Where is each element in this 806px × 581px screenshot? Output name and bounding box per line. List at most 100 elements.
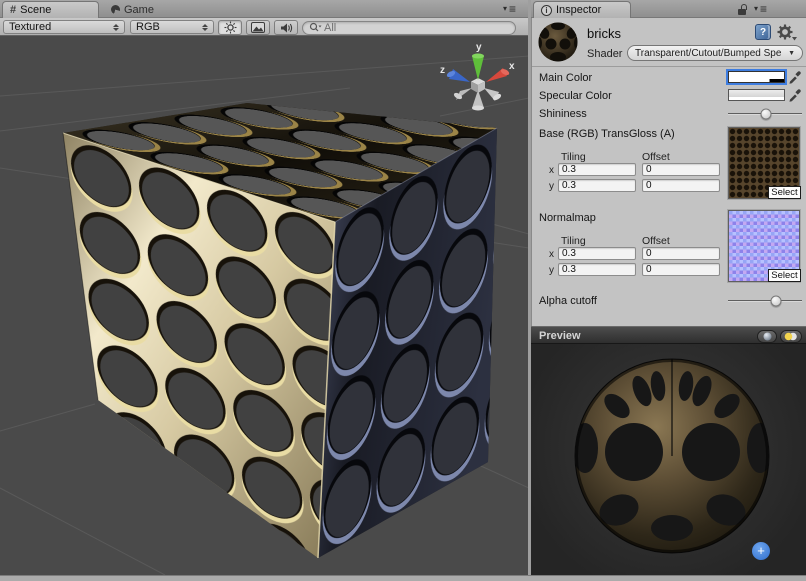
menu-bars-icon: ≡ [509,4,516,14]
eyedropper-icon[interactable] [788,71,801,84]
normal-offset-y-field[interactable] [642,263,720,276]
eyedropper-icon[interactable] [788,89,801,102]
base-tiling-x-field[interactable] [558,163,636,176]
material-header: bricks Shader Transparent/Cutout/Bumped … [532,18,806,67]
base-offset-x-field[interactable] [642,163,720,176]
render-mode-value: Textured [9,21,51,33]
preview-sphere[interactable] [531,344,806,575]
skybox-toggle-button[interactable] [246,20,270,35]
gizmo-y-axis[interactable]: y [472,42,484,80]
normal-offset-x-field[interactable] [642,247,720,260]
normal-tiling-x-field[interactable] [558,247,636,260]
normal-tiling-header: Tiling [561,235,586,247]
scene-search-field[interactable] [302,21,516,35]
speaker-icon [280,22,293,34]
updown-arrows-icon [202,24,208,31]
preview-add-button[interactable]: + [752,542,770,560]
gizmo-x-label: x [509,61,515,72]
lighting-toggle-button[interactable] [218,20,242,35]
shininess-label: Shininess [539,108,587,120]
inspector-tabstrip: i Inspector ▾ ≡ [530,0,806,18]
channel-value: RGB [136,21,160,33]
inspector-body: bricks Shader Transparent/Cutout/Bumped … [531,18,806,326]
preview-title: Preview [539,330,581,342]
base-offset-y-field[interactable] [642,179,720,192]
tab-game-label: Game [124,4,154,16]
gizmo-y-label: y [476,42,482,53]
base-x-label: x [549,165,554,176]
channel-dropdown[interactable]: RGB [130,20,214,34]
unity-editor-window: # Scene Game ▾ ≡ Textured RGB [0,0,806,581]
normalmap-label: Normalmap [539,212,596,224]
specular-color-label: Specular Color [539,90,612,102]
preview-area[interactable]: + [530,344,806,575]
gizmo-x-axis[interactable]: x [486,61,515,82]
scene-orientation-gizmo[interactable]: y x z [440,42,515,111]
lock-body-icon [738,9,746,15]
two-lights-icon [784,332,798,341]
game-icon [111,5,120,14]
gizmo-z-label: z [440,65,445,76]
material-name: bricks [587,26,621,41]
normal-texture-select-button[interactable]: Select [768,269,801,282]
shader-dropdown-value: Transparent/Cutout/Bumped Spe [635,48,781,59]
normal-y-label: y [549,265,554,276]
alpha-bar [729,79,784,82]
audio-toggle-button[interactable] [274,20,298,35]
tab-scene[interactable]: # Scene [2,1,99,18]
search-input[interactable] [324,22,509,34]
updown-arrows-icon [113,24,119,31]
chevron-down-icon: ▼ [788,50,795,57]
window-bottom-strip [0,575,806,581]
gear-icon [778,25,793,40]
tab-game[interactable]: Game [104,1,184,18]
tab-inspector[interactable]: i Inspector [533,1,631,18]
alpha-cutoff-label: Alpha cutoff [539,295,597,307]
inspector-panel-menu-button[interactable]: ▾ ≡ [754,4,767,14]
preview-light-button[interactable] [780,330,802,343]
search-icon [309,22,322,33]
preview-mesh-button[interactable] [757,330,777,343]
base-y-label: y [549,181,554,192]
gizmo-z-axis[interactable]: z [440,65,470,82]
help-icon-button[interactable]: ? [755,24,771,40]
render-mode-dropdown[interactable]: Textured [3,20,125,34]
scene-tabstrip: # Scene Game ▾ ≡ [0,0,529,18]
tab-scene-label: Scene [20,4,51,16]
slider-track[interactable] [728,300,802,302]
dropdown-triangle-icon: ▾ [754,5,758,13]
base-texture-select-button[interactable]: Select [768,186,801,199]
slider-knob[interactable] [771,296,782,307]
base-offset-header: Offset [642,151,670,163]
slider-knob[interactable] [761,109,772,120]
base-tiling-header: Tiling [561,151,586,163]
scene-grid-icon: # [10,5,16,15]
material-ball-thumbnail[interactable] [537,21,579,63]
sphere-icon [763,332,772,341]
panel-divider[interactable] [528,0,531,575]
alpha-cutoff-slider[interactable] [728,295,802,307]
normal-offset-header: Offset [642,235,670,247]
gear-menu-button[interactable] [777,24,797,41]
menu-bars-icon: ≡ [760,4,767,14]
normal-x-label: x [549,249,554,260]
alpha-bar [729,97,784,100]
dropdown-triangle-icon [792,37,797,41]
tab-inspector-label: Inspector [556,4,601,16]
normal-tiling-y-field[interactable] [558,263,636,276]
dropdown-triangle-icon: ▾ [503,5,507,13]
image-icon [251,22,265,33]
scene-panel-menu-button[interactable]: ▾ ≡ [503,4,516,14]
specular-color-swatch[interactable] [728,89,785,101]
gizmo-hub [471,78,485,93]
base-map-label: Base (RGB) TransGloss (A) [539,128,675,140]
shader-dropdown[interactable]: Transparent/Cutout/Bumped Spe ▼ [627,45,803,61]
scene-viewport[interactable]: y x z [0,36,529,575]
scene-cube-object[interactable] [63,103,497,558]
inspector-lock-button[interactable] [737,4,749,16]
base-tiling-y-field[interactable] [558,179,636,192]
preview-header[interactable]: Preview [530,326,806,344]
main-color-swatch[interactable] [728,71,785,83]
scene-toolbar: Textured RGB [0,18,529,36]
shininess-slider[interactable] [728,108,802,120]
